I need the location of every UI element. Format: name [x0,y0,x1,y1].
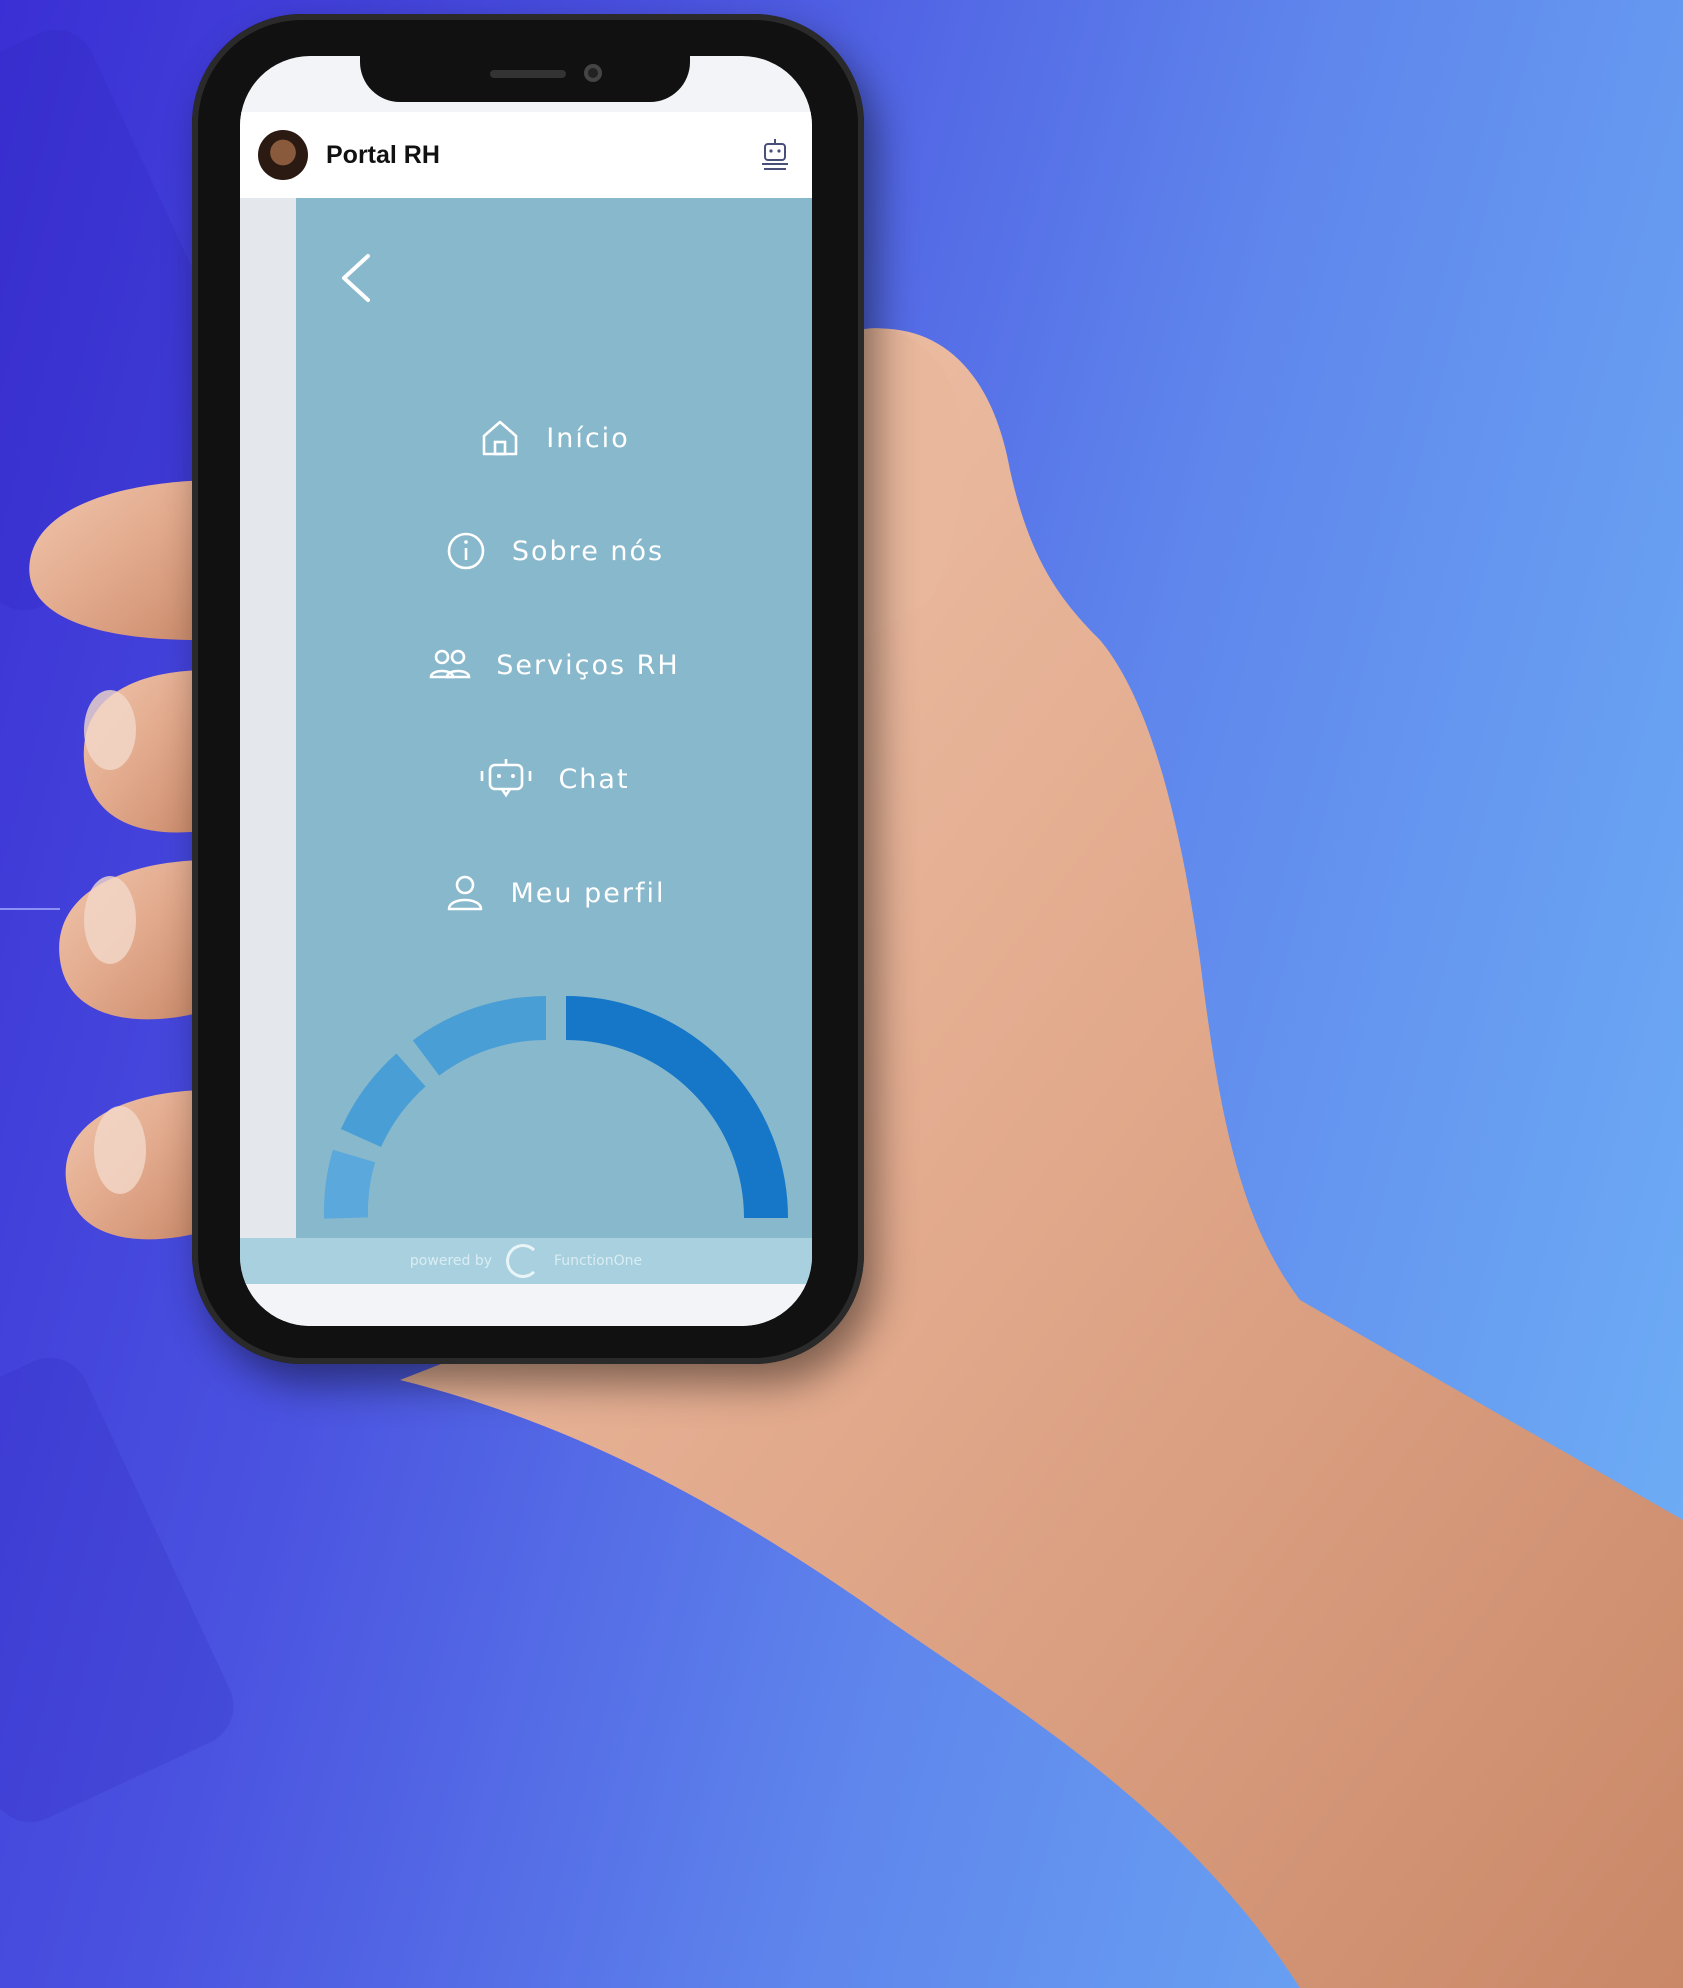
menu-item-label: Meu perfil [510,877,666,909]
avatar[interactable] [258,130,308,180]
speaker [490,70,566,78]
app-title: Portal RH [326,140,440,169]
brand-label: FunctionOne [554,1253,643,1269]
navigation-drawer: Início Sobre nós Serviços RH Chat Meu pe… [296,198,812,1238]
menu-item-label: Sobre nós [511,535,665,567]
functionone-logo-icon [506,1244,541,1278]
phone-screen: Portal RH Início Sobre nós Serviços RH C… [240,56,812,1326]
underlying-page [240,198,300,1238]
user-icon [447,875,482,911]
chatbot-icon[interactable] [760,138,790,172]
menu-item-chat[interactable]: Chat [296,749,812,809]
menu-item-inicio[interactable]: Início [296,408,812,468]
back-chevron-icon[interactable] [336,248,376,308]
menu-item-servicos-rh[interactable]: Serviços RH [296,635,812,695]
powered-by-footer: powered by FunctionOne [240,1238,812,1284]
chatbot-icon [481,759,532,798]
front-camera [584,64,602,82]
people-icon [429,649,471,679]
app-header: Portal RH [240,112,812,198]
menu-item-label: Serviços RH [496,649,680,681]
menu-item-label: Início [546,422,630,454]
menu-item-sobre-nos[interactable]: Sobre nós [296,521,812,581]
info-icon [447,532,485,570]
home-indicator-area [240,1284,812,1326]
home-icon [482,420,518,456]
menu-item-meu-perfil[interactable]: Meu perfil [296,863,812,923]
decorative-arc [323,996,788,1219]
powered-by-label: powered by [409,1253,493,1269]
menu-item-label: Chat [558,763,630,795]
